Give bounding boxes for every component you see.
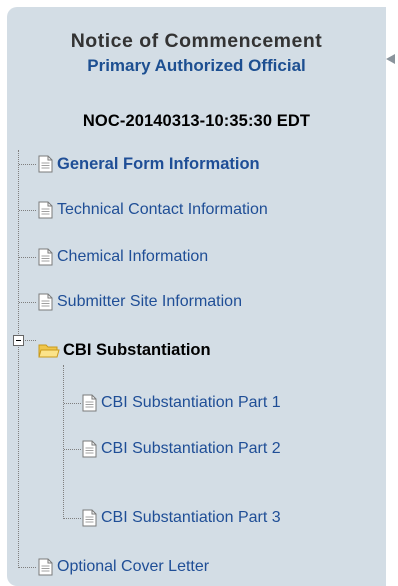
tree-branch-line [19, 257, 36, 258]
tree-item-cbi-substantiation-part-2[interactable]: CBI Substantiation Part 2 [82, 437, 281, 461]
tree-branch-line [19, 210, 36, 211]
tree-item-general-form-information[interactable]: General Form Information [38, 152, 260, 176]
tree-branch-line [19, 302, 36, 303]
tree-item-chemical-information[interactable]: Chemical Information [38, 245, 208, 269]
tree-item-label: General Form Information [57, 154, 260, 173]
tree-item-label: Submitter Site Information [57, 293, 242, 310]
document-icon [82, 509, 97, 527]
tree-trunk-line [18, 150, 19, 568]
document-icon [38, 248, 53, 266]
document-icon [38, 293, 53, 311]
subtree-branch-line [64, 518, 81, 519]
collapse-toggle-icon[interactable] [13, 335, 24, 346]
tree-item-cbi-substantiation[interactable]: CBI Substantiation [38, 338, 211, 362]
form-tree: General Form Information Technical Conta… [0, 0, 398, 586]
subtree-line [63, 365, 64, 519]
tree-item-optional-cover-letter[interactable]: Optional Cover Letter [38, 555, 209, 579]
document-icon [82, 394, 97, 412]
tree-branch-line [19, 567, 36, 568]
tree-branch-line [19, 164, 36, 165]
document-icon [38, 558, 53, 576]
tree-branch-line [25, 340, 36, 341]
tree-item-label: Chemical Information [57, 248, 209, 265]
document-icon [38, 155, 53, 173]
tree-item-label: CBI Substantiation [63, 340, 211, 359]
tree-item-label: CBI Substantiation Part 1 [101, 394, 281, 411]
folder-open-icon [38, 344, 60, 357]
tree-item-label: Optional Cover Letter [57, 558, 210, 575]
tree-item-cbi-substantiation-part-3[interactable]: CBI Substantiation Part 3 [82, 506, 281, 530]
tree-item-technical-contact-information[interactable]: Technical Contact Information [38, 198, 268, 222]
tree-item-label: CBI Substantiation Part 3 [101, 509, 281, 526]
subtree-branch-line [64, 449, 81, 450]
tree-item-label: Technical Contact Information [57, 201, 268, 218]
tree-item-cbi-substantiation-part-1[interactable]: CBI Substantiation Part 1 [82, 391, 281, 415]
tree-item-label: CBI Substantiation Part 2 [101, 440, 281, 457]
tree-item-submitter-site-information[interactable]: Submitter Site Information [38, 290, 242, 314]
document-icon [38, 201, 53, 219]
document-icon [82, 440, 97, 458]
subtree-branch-line [64, 403, 81, 404]
